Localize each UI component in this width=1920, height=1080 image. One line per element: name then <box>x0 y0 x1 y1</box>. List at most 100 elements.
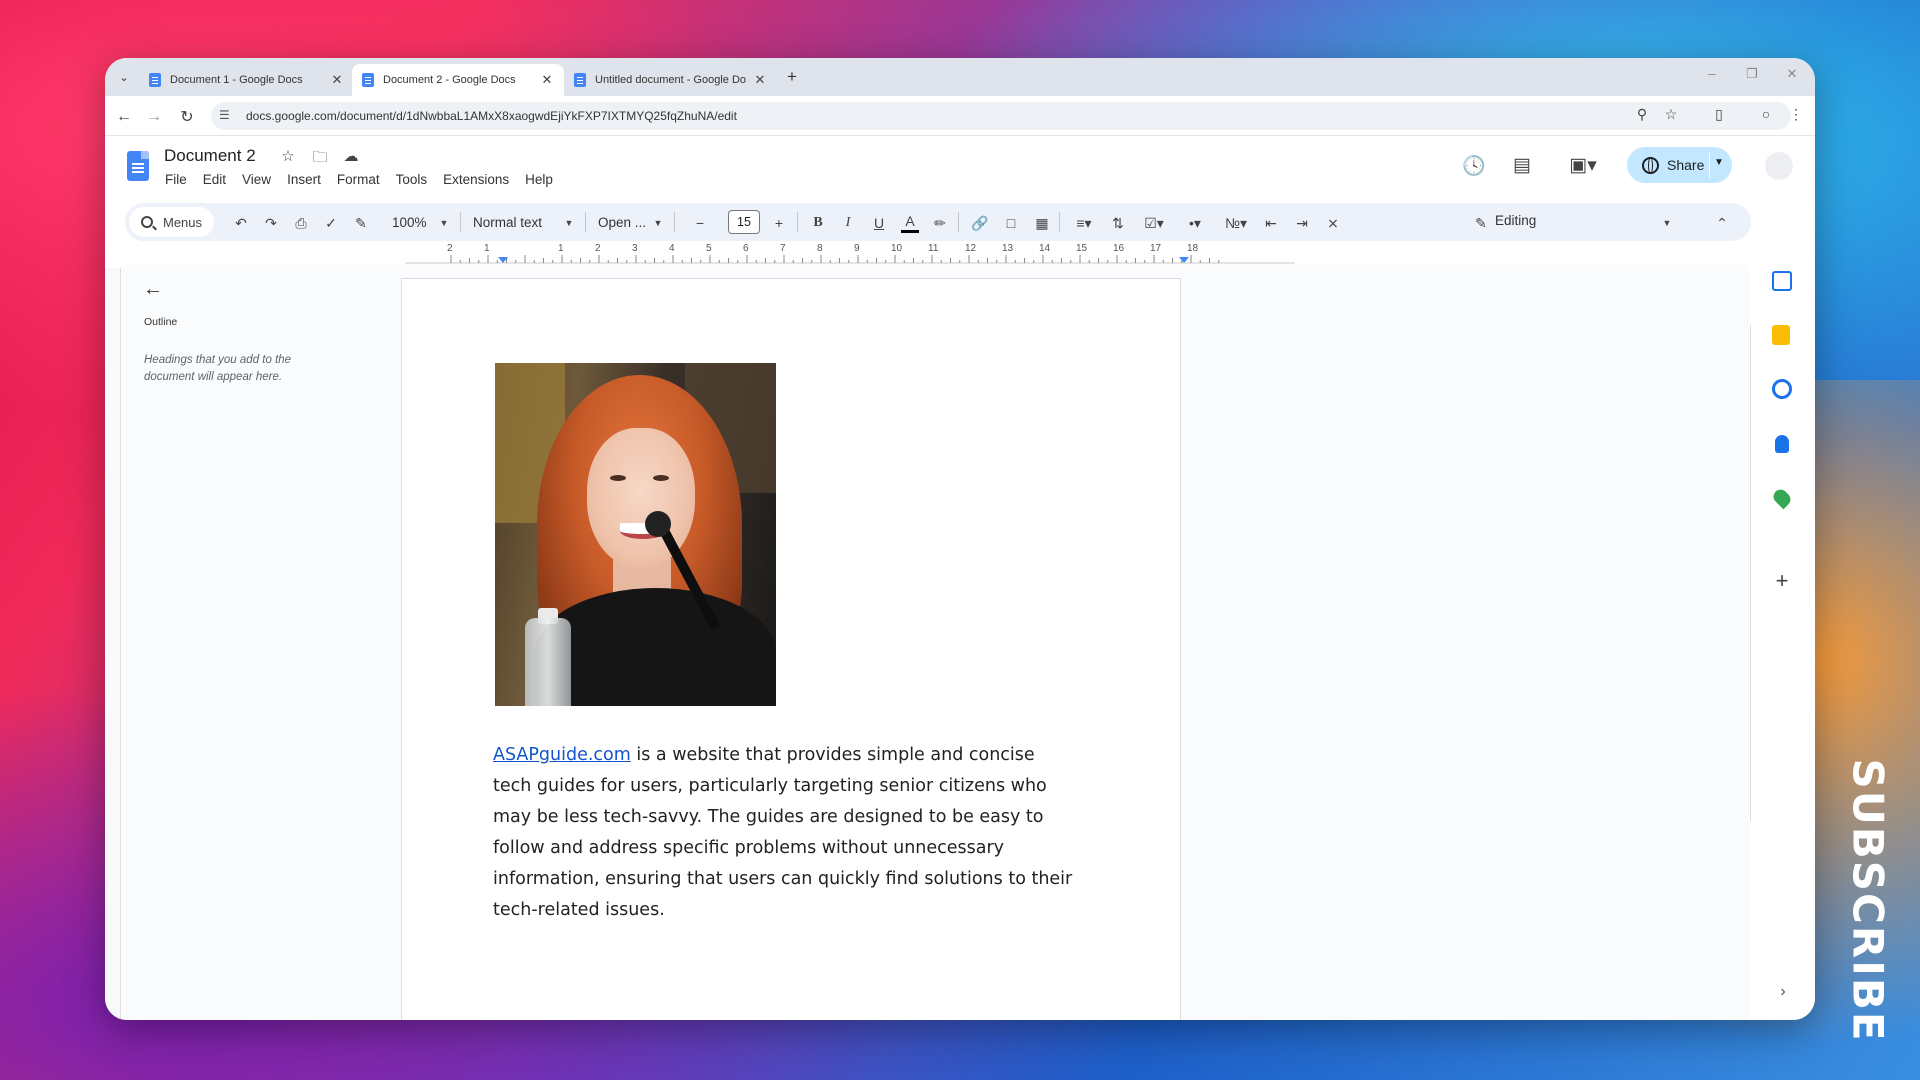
zoom-select[interactable]: 100% <box>392 213 427 233</box>
decrease-font-size-icon[interactable]: − <box>691 213 709 233</box>
forward-arrow-icon[interactable]: → <box>143 106 165 128</box>
new-tab-plus-icon[interactable]: + <box>781 66 803 88</box>
add-comment-icon[interactable]: □ <box>1002 213 1020 233</box>
bookmark-star-icon[interactable]: ☆ <box>1660 106 1682 123</box>
menu-view[interactable]: View <box>242 172 271 187</box>
decrease-indent-icon[interactable]: ⇤ <box>1262 213 1280 233</box>
align-left-icon[interactable]: ≡▾ <box>1070 213 1098 233</box>
zoom-dropdown-icon[interactable]: ▼ <box>438 213 450 233</box>
ruler-label: 13 <box>1002 243 1014 254</box>
menu-file[interactable]: File <box>165 172 187 187</box>
ruler-label: 2 <box>595 243 601 254</box>
browser-profile-icon[interactable]: ○ <box>1755 106 1777 122</box>
italic-icon[interactable]: I <box>839 213 857 233</box>
mode-dropdown-icon[interactable]: ▼ <box>1661 213 1673 233</box>
reload-icon[interactable]: ↻ <box>176 106 198 128</box>
close-icon[interactable]: ✕ <box>753 72 767 88</box>
undo-icon[interactable]: ↶ <box>232 213 250 233</box>
bold-icon[interactable]: B <box>809 213 827 233</box>
cloud-saved-icon[interactable]: ☁ <box>341 147 361 165</box>
share-button[interactable]: Share ▼ <box>1627 147 1732 183</box>
inserted-photo[interactable] <box>495 363 776 706</box>
tab-document-2[interactable]: Document 2 - Google Docs ✕ <box>352 64 564 96</box>
ruler-label: 4 <box>669 243 675 254</box>
tab-strip: ⌄ Document 1 - Google Docs ✕ Document 2 … <box>105 58 1815 96</box>
extensions-puzzle-icon[interactable]: ▯ <box>1708 106 1730 123</box>
close-icon[interactable]: ✕ <box>330 72 344 88</box>
underline-icon[interactable]: U <box>870 213 888 233</box>
asapguide-link[interactable]: ASAPguide.com <box>493 745 631 765</box>
url-omnibox[interactable]: ☰ docs.google.com/document/d/1dNwbbaL1AM… <box>211 102 1791 130</box>
add-addon-plus-icon[interactable]: + <box>1769 568 1795 594</box>
avatar[interactable] <box>1765 152 1793 180</box>
version-history-icon[interactable]: 🕓 <box>1460 154 1488 178</box>
google-docs-logo-icon[interactable] <box>127 151 149 181</box>
menu-format[interactable]: Format <box>337 172 380 187</box>
back-arrow-icon[interactable]: ← <box>113 106 135 128</box>
tab-title: Document 1 - Google Docs <box>170 74 303 86</box>
expand-side-panel-chevron-icon[interactable]: › <box>1773 983 1793 1001</box>
paragraph-style-select[interactable]: Normal text <box>473 213 542 233</box>
outline-close-arrow-icon[interactable]: ← <box>143 278 163 301</box>
paint-format-icon[interactable]: ✎ <box>352 213 370 233</box>
zoom-magnifier-icon[interactable]: ⚲ <box>1631 106 1653 123</box>
minimize-icon[interactable]: – <box>1702 66 1722 81</box>
side-panel: + › <box>1751 243 1815 1020</box>
increase-indent-icon[interactable]: ⇥ <box>1293 213 1311 233</box>
horizontal-ruler[interactable]: 2 1 1 2 3 4 5 6 7 8 9 10 11 12 13 14 15 16 17 18 <box>405 243 1295 265</box>
increase-font-size-icon[interactable]: + <box>770 213 788 233</box>
editing-pencil-icon[interactable]: ✎ <box>1473 213 1489 233</box>
share-dropdown-caret-icon[interactable]: ▼ <box>1714 157 1724 168</box>
menu-extensions[interactable]: Extensions <box>443 172 509 187</box>
menu-tools[interactable]: Tools <box>396 172 428 187</box>
comments-icon[interactable]: ▤ <box>1508 154 1536 177</box>
tasks-icon[interactable] <box>1772 379 1792 399</box>
restore-icon[interactable]: ❐ <box>1742 66 1762 82</box>
site-settings-icon[interactable]: ☰ <box>219 108 230 122</box>
vertical-ruler[interactable] <box>105 268 121 1020</box>
numbered-list-icon[interactable]: №▾ <box>1222 213 1250 233</box>
clear-formatting-icon[interactable]: ⨯ <box>1324 213 1342 233</box>
style-dropdown-icon[interactable]: ▼ <box>563 213 575 233</box>
calendar-icon[interactable] <box>1772 271 1792 291</box>
ruler-label: 1 <box>484 243 490 254</box>
font-family-select[interactable]: Open ... <box>598 213 646 233</box>
share-divider <box>1709 152 1710 178</box>
url-text[interactable]: docs.google.com/document/d/1dNwbbaL1AMxX… <box>246 109 737 123</box>
menu-edit[interactable]: Edit <box>203 172 226 187</box>
close-icon[interactable]: ✕ <box>540 72 554 88</box>
move-folder-icon[interactable]: 🗀 <box>310 147 330 172</box>
document-title[interactable]: Document 2 <box>164 146 256 166</box>
collapse-toolbar-chevron-icon[interactable]: ⌃ <box>1713 213 1731 233</box>
toolbar-divider <box>797 212 798 232</box>
redo-icon[interactable]: ↷ <box>262 213 280 233</box>
editing-mode-select[interactable]: Editing <box>1495 213 1536 228</box>
browser-menu-kebab-icon[interactable]: ⋮ <box>1785 106 1807 123</box>
menu-insert[interactable]: Insert <box>287 172 321 187</box>
keep-icon[interactable] <box>1772 325 1790 345</box>
insert-link-icon[interactable]: 🔗 <box>971 213 989 233</box>
line-spacing-icon[interactable]: ⇅ <box>1109 213 1127 233</box>
window-close-icon[interactable]: ✕ <box>1782 66 1802 82</box>
menu-help[interactable]: Help <box>525 172 553 187</box>
meet-video-icon[interactable]: ▣▾ <box>1561 154 1605 177</box>
bulleted-list-icon[interactable]: •▾ <box>1181 213 1209 233</box>
star-icon[interactable]: ☆ <box>278 147 298 165</box>
checklist-icon[interactable]: ☑▾ <box>1140 213 1168 233</box>
ruler-graphic <box>405 255 1295 264</box>
insert-image-icon[interactable]: ▦ <box>1033 213 1051 233</box>
maps-icon[interactable] <box>1770 486 1794 510</box>
document-body-paragraph[interactable]: ASAPguide.com is a website that provides… <box>493 740 1073 926</box>
ruler-label: 7 <box>780 243 786 254</box>
print-icon[interactable]: ⎙ <box>292 213 310 233</box>
font-dropdown-icon[interactable]: ▼ <box>652 213 664 233</box>
spellcheck-icon[interactable]: ✓ <box>322 213 340 233</box>
text-color-icon[interactable]: A <box>901 213 919 233</box>
tab-document-1[interactable]: Document 1 - Google Docs ✕ <box>139 64 354 96</box>
tab-untitled-document[interactable]: Untitled document - Google Do ✕ <box>564 64 777 96</box>
contacts-icon[interactable] <box>1775 435 1789 453</box>
menus-search-button[interactable]: Menus <box>129 207 214 237</box>
highlight-color-icon[interactable]: ✏ <box>931 213 949 233</box>
font-size-input[interactable]: 15 <box>728 210 760 234</box>
tab-list-chevron-icon[interactable]: ⌄ <box>113 66 135 88</box>
